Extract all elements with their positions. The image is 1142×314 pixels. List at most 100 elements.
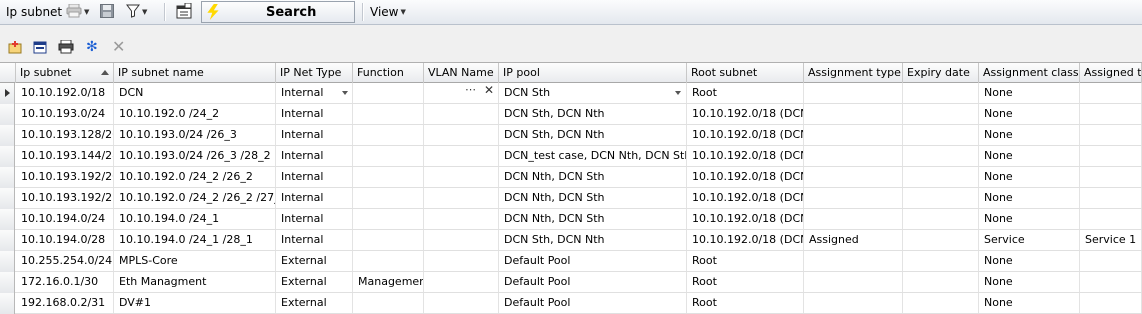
cell-ip-pool[interactable]: Default Pool <box>499 272 687 292</box>
cell-assigned-to[interactable] <box>1080 188 1142 208</box>
column-header-function[interactable]: Function <box>353 63 424 83</box>
cell-assignment-class[interactable]: None <box>979 251 1080 271</box>
cell-assignment-type[interactable] <box>804 272 903 292</box>
cell-root-subnet[interactable]: 10.10.192.0/18 (DCN) <box>687 188 804 208</box>
cell-assignment-class[interactable]: None <box>979 188 1080 208</box>
cell-ip-subnet-name[interactable]: 10.10.193.0/24 /26_3 <box>114 125 276 145</box>
cell-ip-net-type[interactable]: Internal <box>276 167 353 187</box>
close-icon[interactable]: ✕ <box>112 39 126 55</box>
cell-assignment-class[interactable]: None <box>979 209 1080 229</box>
cell-assigned-to[interactable] <box>1080 293 1142 313</box>
cell-function[interactable] <box>353 146 424 166</box>
cell-expiry-date[interactable] <box>903 188 979 208</box>
cell-assignment-class[interactable]: Service <box>979 230 1080 250</box>
cell-ip-subnet-name[interactable]: DCN <box>114 83 276 103</box>
column-header-assigned-to[interactable]: Assigned to <box>1080 63 1142 83</box>
cell-ip-net-type[interactable]: Internal <box>276 209 353 229</box>
cell-ip-pool[interactable]: DCN Sth, DCN Nth <box>499 230 687 250</box>
cell-assignment-type[interactable] <box>804 293 903 313</box>
cell-ip-net-type[interactable]: External <box>276 293 353 313</box>
cell-assigned-to[interactable] <box>1080 146 1142 166</box>
cell-ip-pool[interactable]: DCN Nth, DCN Sth <box>499 209 687 229</box>
ellipsis-icon[interactable]: ⋯ <box>465 83 477 96</box>
cell-assignment-class[interactable]: None <box>979 272 1080 292</box>
table-row[interactable]: 10.255.254.0/24 MPLS-Core External Default … <box>0 251 1142 272</box>
cell-assignment-class[interactable]: None <box>979 125 1080 145</box>
row-indicator[interactable] <box>0 230 15 251</box>
cell-vlan-name[interactable] <box>424 167 499 187</box>
table-row[interactable]: 172.16.0.1/30 Eth Managment External Manage… <box>0 272 1142 293</box>
edit-form-icon[interactable] <box>33 40 47 54</box>
column-header-expiry-date[interactable]: Expiry date <box>903 63 979 83</box>
cell-ip-subnet-name[interactable]: 10.10.192.0 /24_2 /26_2 <box>114 167 276 187</box>
cell-function[interactable] <box>353 167 424 187</box>
cell-assignment-type[interactable] <box>804 125 903 145</box>
cell-expiry-date[interactable] <box>903 125 979 145</box>
cell-expiry-date[interactable] <box>903 230 979 250</box>
cell-function[interactable] <box>353 125 424 145</box>
row-indicator[interactable] <box>0 188 15 209</box>
cell-root-subnet[interactable]: Root <box>687 272 804 292</box>
cell-ip-pool[interactable]: Default Pool <box>499 293 687 313</box>
cell-ip-subnet-name[interactable]: 10.10.192.0 /24_2 <box>114 104 276 124</box>
row-indicator[interactable] <box>0 251 15 272</box>
cell-assignment-type[interactable] <box>804 83 903 103</box>
cell-ip-subnet[interactable]: 192.168.0.2/31 <box>16 293 114 313</box>
cell-assigned-to[interactable] <box>1080 209 1142 229</box>
column-header-ip-subnet[interactable]: Ip subnet <box>16 63 114 83</box>
cell-vlan-name[interactable] <box>424 272 499 292</box>
cell-ip-net-type[interactable]: Internal <box>276 230 353 250</box>
cell-ip-subnet-name[interactable]: Eth Managment <box>114 272 276 292</box>
properties-button[interactable] <box>176 0 192 24</box>
cell-root-subnet[interactable]: 10.10.192.0/18 (DCN) <box>687 146 804 166</box>
table-row[interactable]: 10.10.194.0/24 10.10.194.0 /24_1 Internal D… <box>0 209 1142 230</box>
cell-assigned-to[interactable] <box>1080 83 1142 103</box>
cell-function[interactable] <box>353 188 424 208</box>
cell-root-subnet[interactable]: Root <box>687 251 804 271</box>
cell-ip-subnet[interactable]: 10.10.194.0/24 <box>16 209 114 229</box>
cell-ip-net-type[interactable]: External <box>276 272 353 292</box>
column-header-root-subnet[interactable]: Root subnet <box>687 63 804 83</box>
cell-assignment-class[interactable]: None <box>979 83 1080 103</box>
cell-function[interactable] <box>353 230 424 250</box>
cell-assigned-to[interactable] <box>1080 251 1142 271</box>
cell-expiry-date[interactable] <box>903 209 979 229</box>
cell-ip-subnet-name[interactable]: 10.10.194.0 /24_1 /28_1 <box>114 230 276 250</box>
cell-assigned-to[interactable]: Service 1 <box>1080 230 1142 250</box>
cell-vlan-name[interactable] <box>424 146 499 166</box>
cell-assignment-type[interactable] <box>804 146 903 166</box>
cell-vlan-name[interactable] <box>424 104 499 124</box>
cell-root-subnet[interactable]: Root <box>687 83 804 103</box>
table-row[interactable]: 10.10.193.128/26 10.10.193.0/24 /26_3 Inte… <box>0 125 1142 146</box>
asterisk-icon[interactable]: ✻ <box>86 40 100 54</box>
cell-assignment-class[interactable]: None <box>979 146 1080 166</box>
cell-root-subnet[interactable]: 10.10.192.0/18 (DCN) <box>687 104 804 124</box>
cell-ip-subnet-name[interactable]: 10.10.192.0 /24_2 /26_2 /27_1 <box>114 188 276 208</box>
table-row[interactable]: 192.168.0.2/31 DV#1 External Default Pool Ro… <box>0 293 1142 314</box>
cell-expiry-date[interactable] <box>903 293 979 313</box>
cell-function[interactable] <box>353 83 424 103</box>
cell-ip-subnet-name[interactable]: 10.10.194.0 /24_1 <box>114 209 276 229</box>
cell-ip-subnet[interactable]: 10.10.193.192/27 <box>16 188 114 208</box>
column-header-ip-net-type[interactable]: IP Net Type <box>276 63 353 83</box>
row-indicator[interactable] <box>0 104 15 125</box>
table-row[interactable]: 10.10.194.0/28 10.10.194.0 /24_1 /28_1 Int… <box>0 230 1142 251</box>
print-dropdown[interactable]: ▼ <box>66 0 89 24</box>
row-indicator[interactable] <box>0 209 15 230</box>
table-row[interactable]: 10.10.193.192/27 10.10.192.0 /24_2 /26_2 … <box>0 188 1142 209</box>
search-button[interactable]: Search <box>201 1 355 23</box>
cell-ip-pool[interactable]: Default Pool <box>499 251 687 271</box>
cell-root-subnet[interactable]: 10.10.192.0/18 (DCN) <box>687 209 804 229</box>
cell-ip-subnet-name[interactable]: 10.10.193.0/24 /26_3 /28_2 <box>114 146 276 166</box>
cell-function[interactable] <box>353 104 424 124</box>
table-row[interactable]: 10.10.193.0/24 10.10.192.0 /24_2 Internal D… <box>0 104 1142 125</box>
cell-ip-pool[interactable]: DCN Nth, DCN Sth <box>499 167 687 187</box>
row-indicator[interactable] <box>0 272 15 293</box>
table-row[interactable]: 10.10.192.0/18 DCN Internal DCN Sth Root None… <box>0 83 1142 104</box>
cell-ip-subnet[interactable]: 10.10.193.144/28 <box>16 146 114 166</box>
cell-ip-pool[interactable]: DCN Sth <box>499 83 687 103</box>
table-row[interactable]: 10.10.193.192/26 10.10.192.0 /24_2 /26_2 I… <box>0 167 1142 188</box>
cell-expiry-date[interactable] <box>903 83 979 103</box>
row-indicator[interactable] <box>0 293 15 314</box>
cell-vlan-name[interactable] <box>424 293 499 313</box>
